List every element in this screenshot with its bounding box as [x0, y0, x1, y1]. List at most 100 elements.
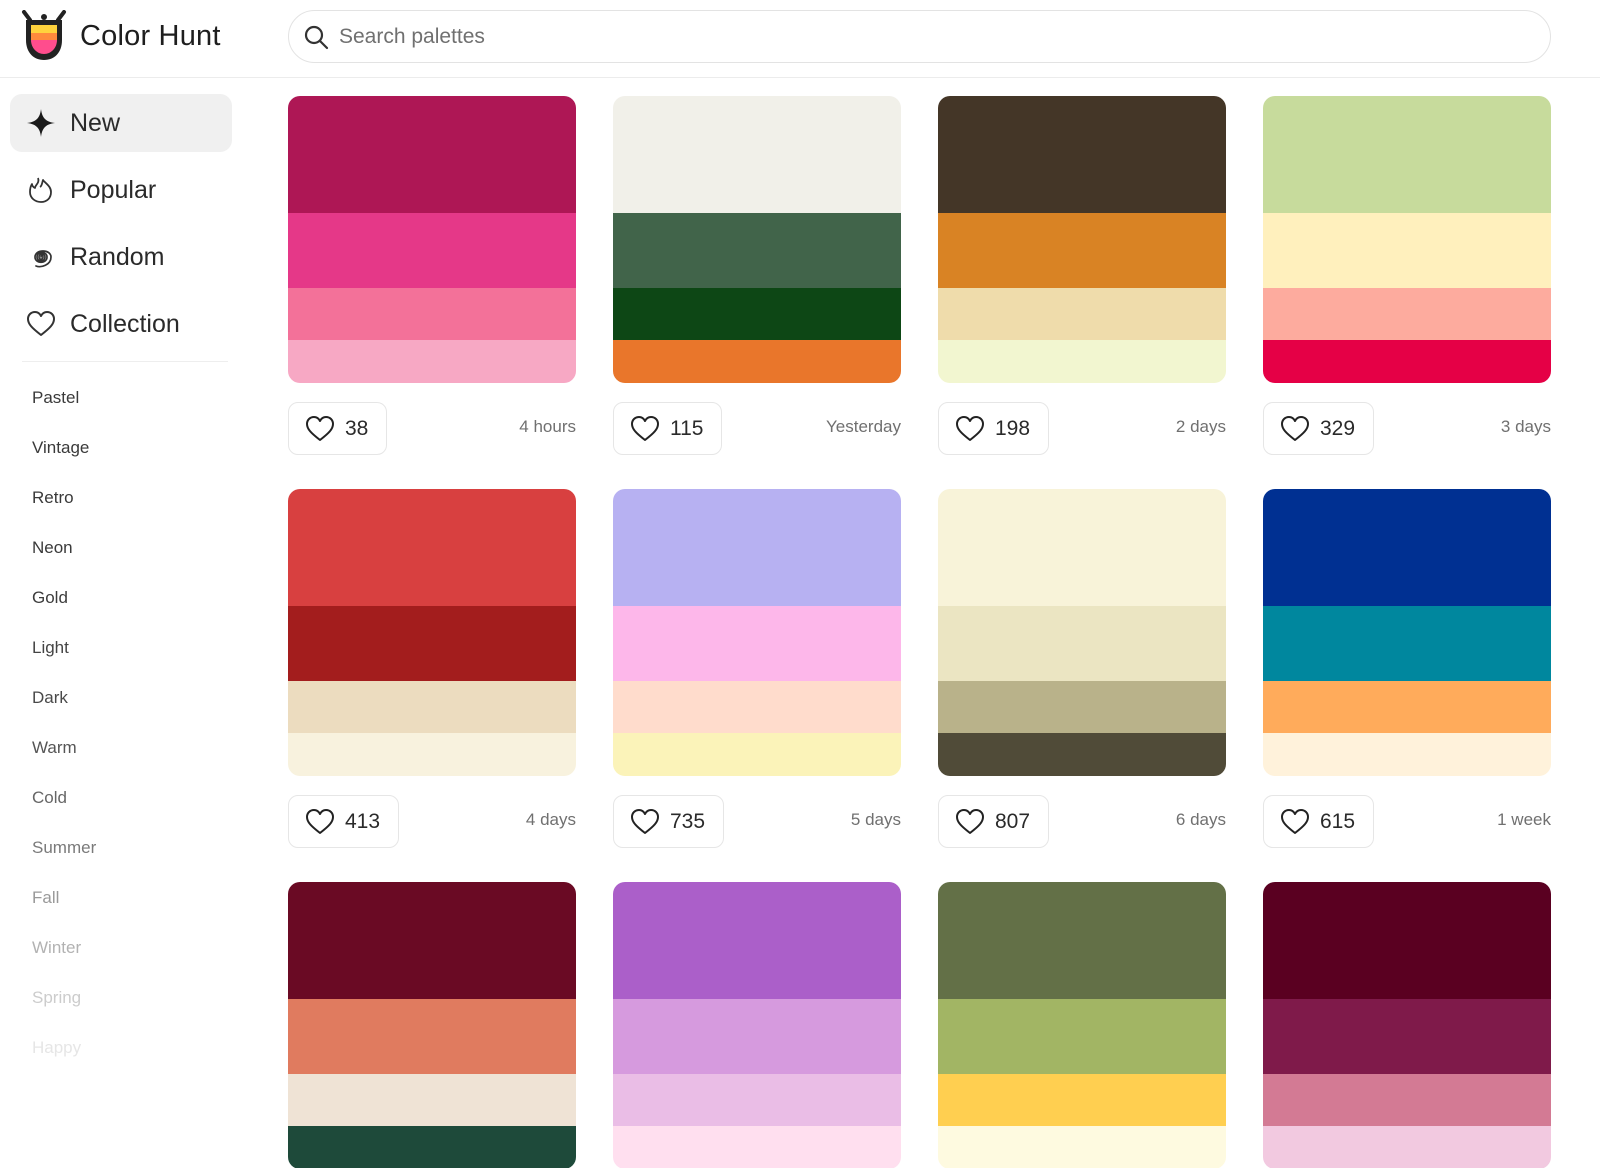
heart-icon	[631, 808, 659, 834]
color-swatch[interactable]	[938, 96, 1226, 213]
color-swatch[interactable]	[613, 489, 901, 606]
tag-vintage[interactable]: Vintage	[32, 438, 89, 458]
color-swatch[interactable]	[288, 733, 576, 776]
color-swatch[interactable]	[938, 1126, 1226, 1168]
color-swatch[interactable]	[1263, 489, 1551, 606]
color-swatch[interactable]	[1263, 96, 1551, 213]
color-swatch[interactable]	[613, 1074, 901, 1126]
color-swatch[interactable]	[613, 1126, 901, 1168]
palette-swatches[interactable]	[1263, 96, 1551, 383]
palette-swatches[interactable]	[938, 96, 1226, 383]
search-input[interactable]	[339, 24, 1489, 49]
palette-meta: 807 6 days	[938, 795, 1226, 849]
palette-swatches[interactable]	[613, 96, 901, 383]
palette-swatches[interactable]	[613, 489, 901, 776]
logo[interactable]: Color Hunt	[20, 10, 221, 62]
color-swatch[interactable]	[938, 882, 1226, 999]
color-swatch[interactable]	[288, 1126, 576, 1168]
color-swatch[interactable]	[1263, 213, 1551, 288]
tag-warm[interactable]: Warm	[32, 738, 77, 758]
palette-swatches[interactable]	[288, 882, 576, 1168]
palette-card: 115 Yesterday	[613, 96, 901, 455]
palette-swatches[interactable]	[938, 489, 1226, 776]
nav-item-popular[interactable]: Popular	[10, 161, 232, 219]
color-swatch[interactable]	[613, 96, 901, 213]
color-swatch[interactable]	[613, 733, 901, 776]
color-swatch[interactable]	[613, 606, 901, 681]
color-swatch[interactable]	[613, 288, 901, 340]
search-bar[interactable]	[288, 10, 1551, 63]
color-swatch[interactable]	[288, 999, 576, 1074]
palette-swatches[interactable]	[1263, 489, 1551, 776]
color-swatch[interactable]	[288, 340, 576, 383]
palette-swatches[interactable]	[288, 489, 576, 776]
color-swatch[interactable]	[613, 999, 901, 1074]
color-swatch[interactable]	[613, 340, 901, 383]
color-swatch[interactable]	[613, 213, 901, 288]
palette-swatches[interactable]	[938, 882, 1226, 1168]
color-swatch[interactable]	[938, 999, 1226, 1074]
color-swatch[interactable]	[1263, 733, 1551, 776]
color-swatch[interactable]	[1263, 999, 1551, 1074]
color-swatch[interactable]	[938, 681, 1226, 733]
palette-card: 615 1 week	[1263, 489, 1551, 848]
palette-card: 735 5 days	[613, 489, 901, 848]
color-swatch[interactable]	[1263, 882, 1551, 999]
nav-item-random[interactable]: Random	[10, 228, 232, 286]
nav-item-collection[interactable]: Collection	[10, 295, 232, 353]
color-swatch[interactable]	[938, 213, 1226, 288]
like-button[interactable]: 38	[288, 402, 388, 455]
tag-winter[interactable]: Winter	[32, 938, 81, 958]
color-swatch[interactable]	[1263, 606, 1551, 681]
tag-happy[interactable]: Happy	[32, 1038, 81, 1058]
like-button[interactable]: 198	[938, 402, 1050, 455]
color-swatch[interactable]	[1263, 681, 1551, 733]
color-swatch[interactable]	[613, 681, 901, 733]
nav-item-new[interactable]: New	[10, 94, 232, 152]
color-swatch[interactable]	[613, 882, 901, 999]
tag-retro[interactable]: Retro	[32, 488, 74, 508]
like-button[interactable]: 735	[613, 795, 725, 848]
tag-neon[interactable]: Neon	[32, 538, 73, 558]
color-swatch[interactable]	[938, 288, 1226, 340]
tag-summer[interactable]: Summer	[32, 838, 96, 858]
color-swatch[interactable]	[288, 213, 576, 288]
tag-spring[interactable]: Spring	[32, 988, 81, 1008]
tag-pastel[interactable]: Pastel	[32, 388, 79, 408]
like-button[interactable]: 615	[1263, 795, 1375, 848]
palette-swatches[interactable]	[1263, 882, 1551, 1168]
palette-card: 38 4 hours	[288, 96, 576, 455]
like-button[interactable]: 807	[938, 795, 1050, 848]
color-swatch[interactable]	[288, 681, 576, 733]
color-swatch[interactable]	[1263, 288, 1551, 340]
color-swatch[interactable]	[1263, 1126, 1551, 1168]
like-button[interactable]: 329	[1263, 402, 1375, 455]
tag-fall[interactable]: Fall	[32, 888, 59, 908]
tag-gold[interactable]: Gold	[32, 588, 68, 608]
color-swatch[interactable]	[1263, 340, 1551, 383]
color-swatch[interactable]	[288, 489, 576, 606]
color-swatch[interactable]	[288, 606, 576, 681]
like-button[interactable]: 115	[613, 402, 723, 455]
color-swatch[interactable]	[938, 733, 1226, 776]
color-swatch[interactable]	[1263, 1074, 1551, 1126]
palette-card: 198 2 days	[938, 96, 1226, 455]
palette-meta: 38 4 hours	[288, 402, 576, 456]
like-button[interactable]: 413	[288, 795, 400, 848]
color-swatch[interactable]	[288, 1074, 576, 1126]
color-swatch[interactable]	[938, 606, 1226, 681]
color-swatch[interactable]	[938, 340, 1226, 383]
color-swatch[interactable]	[938, 1074, 1226, 1126]
color-swatch[interactable]	[938, 489, 1226, 606]
tag-light[interactable]: Light	[32, 638, 69, 658]
palette-swatches[interactable]	[613, 882, 901, 1168]
color-swatch[interactable]	[288, 288, 576, 340]
palette-card: 413 4 days	[288, 489, 576, 848]
tag-dark[interactable]: Dark	[32, 688, 68, 708]
color-swatch[interactable]	[288, 882, 576, 999]
palette-age: Yesterday	[826, 417, 901, 436]
palette-swatches[interactable]	[288, 96, 576, 383]
tag-cold[interactable]: Cold	[32, 788, 67, 808]
color-swatch[interactable]	[288, 96, 576, 213]
palette-meta: 735 5 days	[613, 795, 901, 849]
